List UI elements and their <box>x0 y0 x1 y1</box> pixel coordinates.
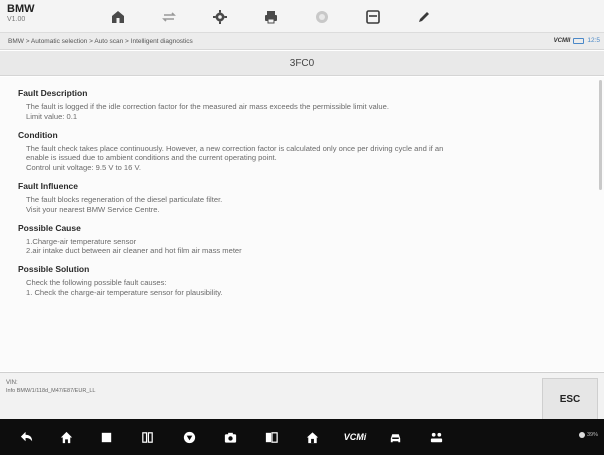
battery-level: 39% <box>586 432 598 438</box>
section-text: Check the following possible fault cause… <box>26 278 167 288</box>
section-text: enable is issued due to ambient conditio… <box>26 153 277 163</box>
section-heading: Fault Influence <box>18 180 78 191</box>
brand-block: BMW V1.00 <box>7 3 35 24</box>
settings-icon <box>212 9 227 24</box>
section-text: 2.air intake duct between air cleaner an… <box>26 246 242 256</box>
clock: 12:5 <box>587 37 600 44</box>
section-text: The fault is logged if the idle correcti… <box>26 102 389 111</box>
fault-details[interactable]: Fault Description The fault is logged if… <box>0 77 604 371</box>
vin-label: VIN: <box>6 380 18 386</box>
network-button[interactable] <box>418 419 454 455</box>
breadcrumb: BMW > Automatic selection > Auto scan > … <box>8 38 193 45</box>
vehicle-icon <box>390 433 400 442</box>
section-heading: Condition <box>18 129 58 140</box>
section-text: Control unit voltage: 9.5 V to 16 V. <box>26 163 141 173</box>
section-heading: Fault Description <box>18 88 88 98</box>
section-condition: Condition The fault check takes place co… <box>18 130 586 173</box>
split-screen-icon <box>141 431 153 443</box>
vehicle-info-bar: VIN: Info BMW/1/118d_M47/E87/EUR_LL ESC <box>0 372 604 420</box>
notification-icon <box>578 432 585 438</box>
recent-apps-icon <box>101 432 111 442</box>
scrollbar[interactable] <box>599 80 602 190</box>
network-icon <box>430 432 442 442</box>
section-heading: Possible Cause <box>18 222 81 233</box>
maxifix-home-button[interactable] <box>294 419 330 455</box>
print-icon <box>264 10 277 23</box>
vehicle-swap-button[interactable] <box>143 0 194 33</box>
esc-button[interactable]: ESC <box>542 378 598 420</box>
browser-icon <box>183 431 195 443</box>
home-icon <box>111 10 124 23</box>
system-status: 39% <box>578 432 598 438</box>
camera-button[interactable] <box>212 419 248 455</box>
settings-button[interactable] <box>194 0 245 33</box>
edit-icon <box>418 11 429 22</box>
home-nav-button[interactable] <box>48 419 84 455</box>
section-text: Limit value: 0.1 <box>26 111 78 121</box>
software-version: V1.00 <box>7 16 26 23</box>
camera-icon <box>224 432 236 443</box>
vehicle-button[interactable] <box>377 419 413 455</box>
back-button[interactable] <box>8 419 44 455</box>
section-heading: Possible Solution <box>18 264 90 275</box>
help-button[interactable] <box>296 0 347 33</box>
save-icon <box>365 9 380 24</box>
section-text: 1.Charge-air temperature sensor <box>26 236 137 246</box>
back-icon <box>20 431 32 441</box>
home-button[interactable] <box>92 0 143 33</box>
brand-name: BMW <box>7 3 35 15</box>
vcm-status: VCMII <box>553 37 571 44</box>
split-screen-button[interactable] <box>129 419 165 455</box>
section-text: 1. Check the charge-air temperature sens… <box>26 287 223 297</box>
section-possible-solution: Possible Solution Check the following po… <box>18 264 586 298</box>
browser-button[interactable] <box>171 419 207 455</box>
battery-icon <box>573 37 585 44</box>
screen-record-button[interactable] <box>253 419 289 455</box>
edit-button[interactable] <box>398 0 449 33</box>
vehicle-swap-icon <box>161 11 176 22</box>
home-icon <box>60 431 72 443</box>
top-header: BMW V1.00 <box>0 0 604 33</box>
status-indicators: VCMII 12:5 <box>554 37 600 44</box>
toolbar <box>92 0 449 33</box>
maxifix-home-icon <box>306 431 318 443</box>
recent-apps-button[interactable] <box>88 419 124 455</box>
vehicle-path: Info BMW/1/118d_M47/E87/EUR_LL <box>6 388 96 394</box>
vcm-button[interactable]: VCMi <box>335 419 375 455</box>
section-possible-cause: Possible Cause 1.Charge-air temperature … <box>18 223 586 257</box>
screen-record-icon <box>265 431 278 443</box>
dtc-title: 3FC0 <box>0 51 604 76</box>
help-icon <box>315 10 328 23</box>
breadcrumb-bar: BMW > Automatic selection > Auto scan > … <box>0 33 604 50</box>
section-text: The fault check takes place continuously… <box>26 143 444 153</box>
save-button[interactable] <box>347 0 398 33</box>
section-fault-description: Fault Description The fault is logged if… <box>18 88 586 122</box>
section-text: The fault blocks regeneration of the die… <box>26 194 223 204</box>
section-fault-influence: Fault Influence The fault blocks regener… <box>18 181 586 215</box>
print-button[interactable] <box>245 0 296 33</box>
section-text: Visit your nearest BMW Service Centre. <box>26 204 160 214</box>
system-nav-bar: VCMi 39% <box>0 419 604 455</box>
